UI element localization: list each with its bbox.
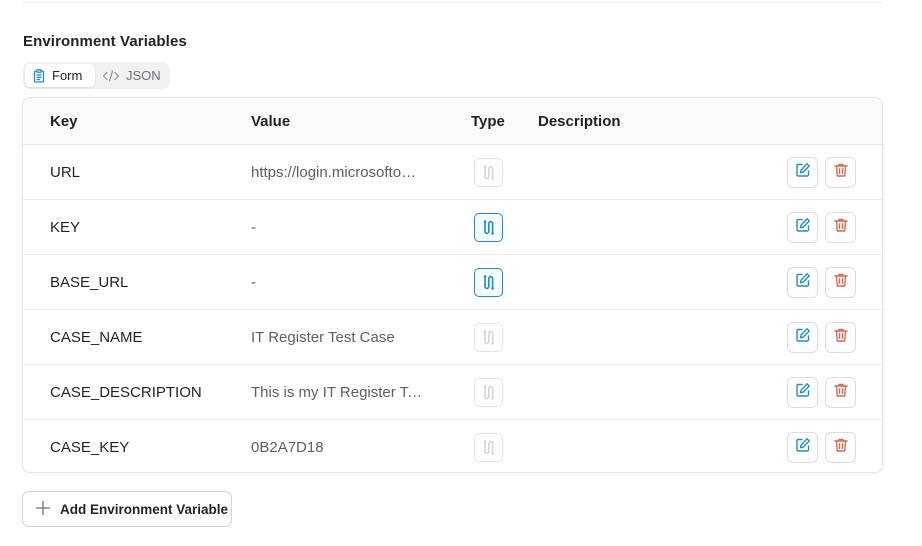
route-icon[interactable] bbox=[474, 268, 503, 297]
table-body: URL https://login.microsoftonline.com KEY -… bbox=[23, 145, 882, 472]
env-variables-table: Key Value Type Description URL https://lo… bbox=[22, 97, 883, 473]
row-value: https://login.microsoftonline.com bbox=[251, 164, 423, 181]
json-tab-label: JSON bbox=[126, 68, 161, 83]
row-key: BASE_URL bbox=[50, 274, 129, 291]
edit-button[interactable] bbox=[787, 432, 818, 463]
header-type: Type bbox=[471, 113, 505, 130]
previous-section-edge bbox=[22, 0, 883, 3]
table-row: BASE_URL - bbox=[23, 255, 882, 310]
delete-button[interactable] bbox=[825, 322, 856, 353]
row-value: This is my IT Register Test Case bbox=[251, 384, 423, 401]
delete-button[interactable] bbox=[825, 432, 856, 463]
row-key: KEY bbox=[50, 219, 81, 236]
route-icon[interactable] bbox=[474, 378, 503, 407]
delete-button[interactable] bbox=[825, 267, 856, 298]
header-description: Description bbox=[538, 113, 621, 130]
route-icon[interactable] bbox=[474, 158, 503, 187]
edit-button[interactable] bbox=[787, 157, 818, 188]
add-button-label: Add Environment Variable bbox=[60, 501, 229, 517]
trash-icon bbox=[833, 272, 849, 293]
edit-button[interactable] bbox=[787, 377, 818, 408]
view-toggle: Form JSON bbox=[23, 62, 170, 89]
clipboard-icon bbox=[32, 68, 46, 83]
route-icon[interactable] bbox=[474, 323, 503, 352]
trash-icon bbox=[833, 382, 849, 403]
trash-icon bbox=[833, 217, 849, 238]
edit-button[interactable] bbox=[787, 267, 818, 298]
row-key: CASE_DESCRIPTION bbox=[50, 384, 202, 401]
code-icon bbox=[102, 69, 120, 83]
delete-button[interactable] bbox=[825, 157, 856, 188]
route-icon[interactable] bbox=[474, 433, 503, 462]
table-row: CASE_NAME IT Register Test Case bbox=[23, 310, 882, 365]
trash-icon bbox=[833, 437, 849, 458]
add-environment-variable-button[interactable]: Add Environment Variable bbox=[22, 491, 232, 527]
route-icon[interactable] bbox=[474, 213, 503, 242]
header-value: Value bbox=[251, 113, 291, 130]
row-key: URL bbox=[50, 164, 81, 181]
form-tab[interactable]: Form bbox=[25, 64, 95, 87]
edit-icon bbox=[795, 437, 811, 458]
json-tab[interactable]: JSON bbox=[95, 64, 168, 87]
edit-icon bbox=[795, 162, 811, 183]
delete-button[interactable] bbox=[825, 212, 856, 243]
trash-icon bbox=[833, 327, 849, 348]
header-key: Key bbox=[50, 113, 78, 130]
section-title: Environment Variables bbox=[23, 33, 187, 50]
table-header: Key Value Type Description bbox=[23, 98, 882, 145]
row-key: CASE_KEY bbox=[50, 439, 130, 456]
edit-icon bbox=[795, 327, 811, 348]
table-row: KEY - bbox=[23, 200, 882, 255]
edit-icon bbox=[795, 217, 811, 238]
table-row: CASE_DESCRIPTION This is my IT Register T… bbox=[23, 365, 882, 420]
edit-icon bbox=[795, 382, 811, 403]
edit-icon bbox=[795, 272, 811, 293]
form-tab-label: Form bbox=[52, 68, 83, 83]
table-row: URL https://login.microsoftonline.com bbox=[23, 145, 882, 200]
edit-button[interactable] bbox=[787, 322, 818, 353]
row-key: CASE_NAME bbox=[50, 329, 143, 346]
trash-icon bbox=[833, 162, 849, 183]
row-value: 0B2A7D18 bbox=[251, 439, 324, 456]
table-row: CASE_KEY 0B2A7D18 bbox=[23, 420, 882, 472]
row-value: - bbox=[251, 219, 256, 236]
row-value: - bbox=[251, 274, 256, 291]
row-value: IT Register Test Case bbox=[251, 329, 395, 346]
plus-icon bbox=[35, 500, 51, 519]
edit-button[interactable] bbox=[787, 212, 818, 243]
delete-button[interactable] bbox=[825, 377, 856, 408]
